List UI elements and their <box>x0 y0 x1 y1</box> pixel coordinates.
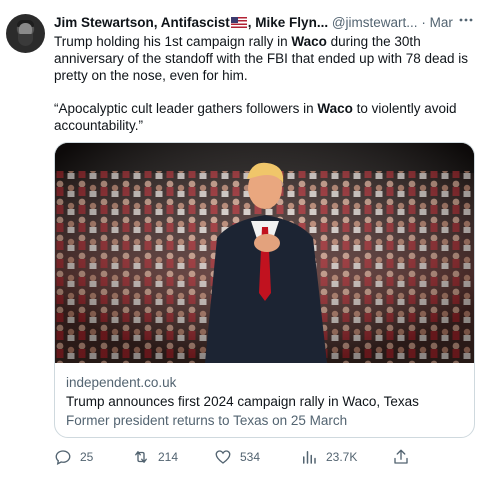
rally-photo <box>55 143 474 363</box>
tweet-date[interactable]: Mar 19 <box>430 15 454 30</box>
author-name[interactable]: Jim Stewartson, Antifascist <box>54 15 230 30</box>
tweet-actions: 25 214 534 23.7K <box>54 446 474 468</box>
retweet-count: 214 <box>158 450 179 464</box>
card-domain[interactable]: independent.co.uk <box>66 375 176 390</box>
card-description: Former president returns to Texas on 25 … <box>66 413 348 428</box>
avatar-beard <box>18 34 33 46</box>
views-icon <box>303 451 316 464</box>
like-button[interactable]: 534 <box>214 446 260 468</box>
tweet[interactable]: Jim Stewartson, Antifascist , Mike Flyn..… <box>0 0 480 480</box>
author-handle[interactable]: @jimstewart... <box>332 15 418 30</box>
like-count: 534 <box>240 450 261 464</box>
highlighted-keyword: Waco <box>317 101 353 116</box>
tweet-text-paragraph-2: “Apocalyptic cult leader gathers followe… <box>54 100 472 134</box>
retweet-button[interactable]: 214 <box>132 446 178 468</box>
share-icon <box>394 449 408 464</box>
reply-icon <box>55 450 71 465</box>
author-avatar[interactable] <box>6 14 45 53</box>
tweet-header: Jim Stewartson, Antifascist , Mike Flyn..… <box>54 14 454 32</box>
views-button[interactable]: 23.7K <box>300 446 357 468</box>
us-flag-icon <box>230 17 247 28</box>
author-name-suffix[interactable]: , Mike Flyn... <box>248 15 328 30</box>
text-segment: Trump holding his 1st campaign rally in <box>54 34 292 49</box>
retweet-icon <box>135 451 147 463</box>
more-options-icon[interactable] <box>458 12 474 28</box>
text-segment: “Apocalyptic cult leader gathers followe… <box>54 101 318 116</box>
views-count: 23.7K <box>326 450 358 464</box>
card-image[interactable] <box>55 143 474 363</box>
link-preview-card[interactable]: independent.co.uk Trump announces first … <box>54 142 475 438</box>
heart-icon <box>215 450 231 464</box>
share-button[interactable] <box>392 446 410 468</box>
reply-button[interactable]: 25 <box>54 446 93 468</box>
card-title[interactable]: Trump announces first 2024 campaign rall… <box>66 394 419 409</box>
tweet-text-paragraph-1: Trump holding his 1st campaign rally in … <box>54 33 472 84</box>
highlighted-keyword: Waco <box>291 34 327 49</box>
separator-dot: · <box>421 15 426 30</box>
reply-count: 25 <box>80 450 94 464</box>
